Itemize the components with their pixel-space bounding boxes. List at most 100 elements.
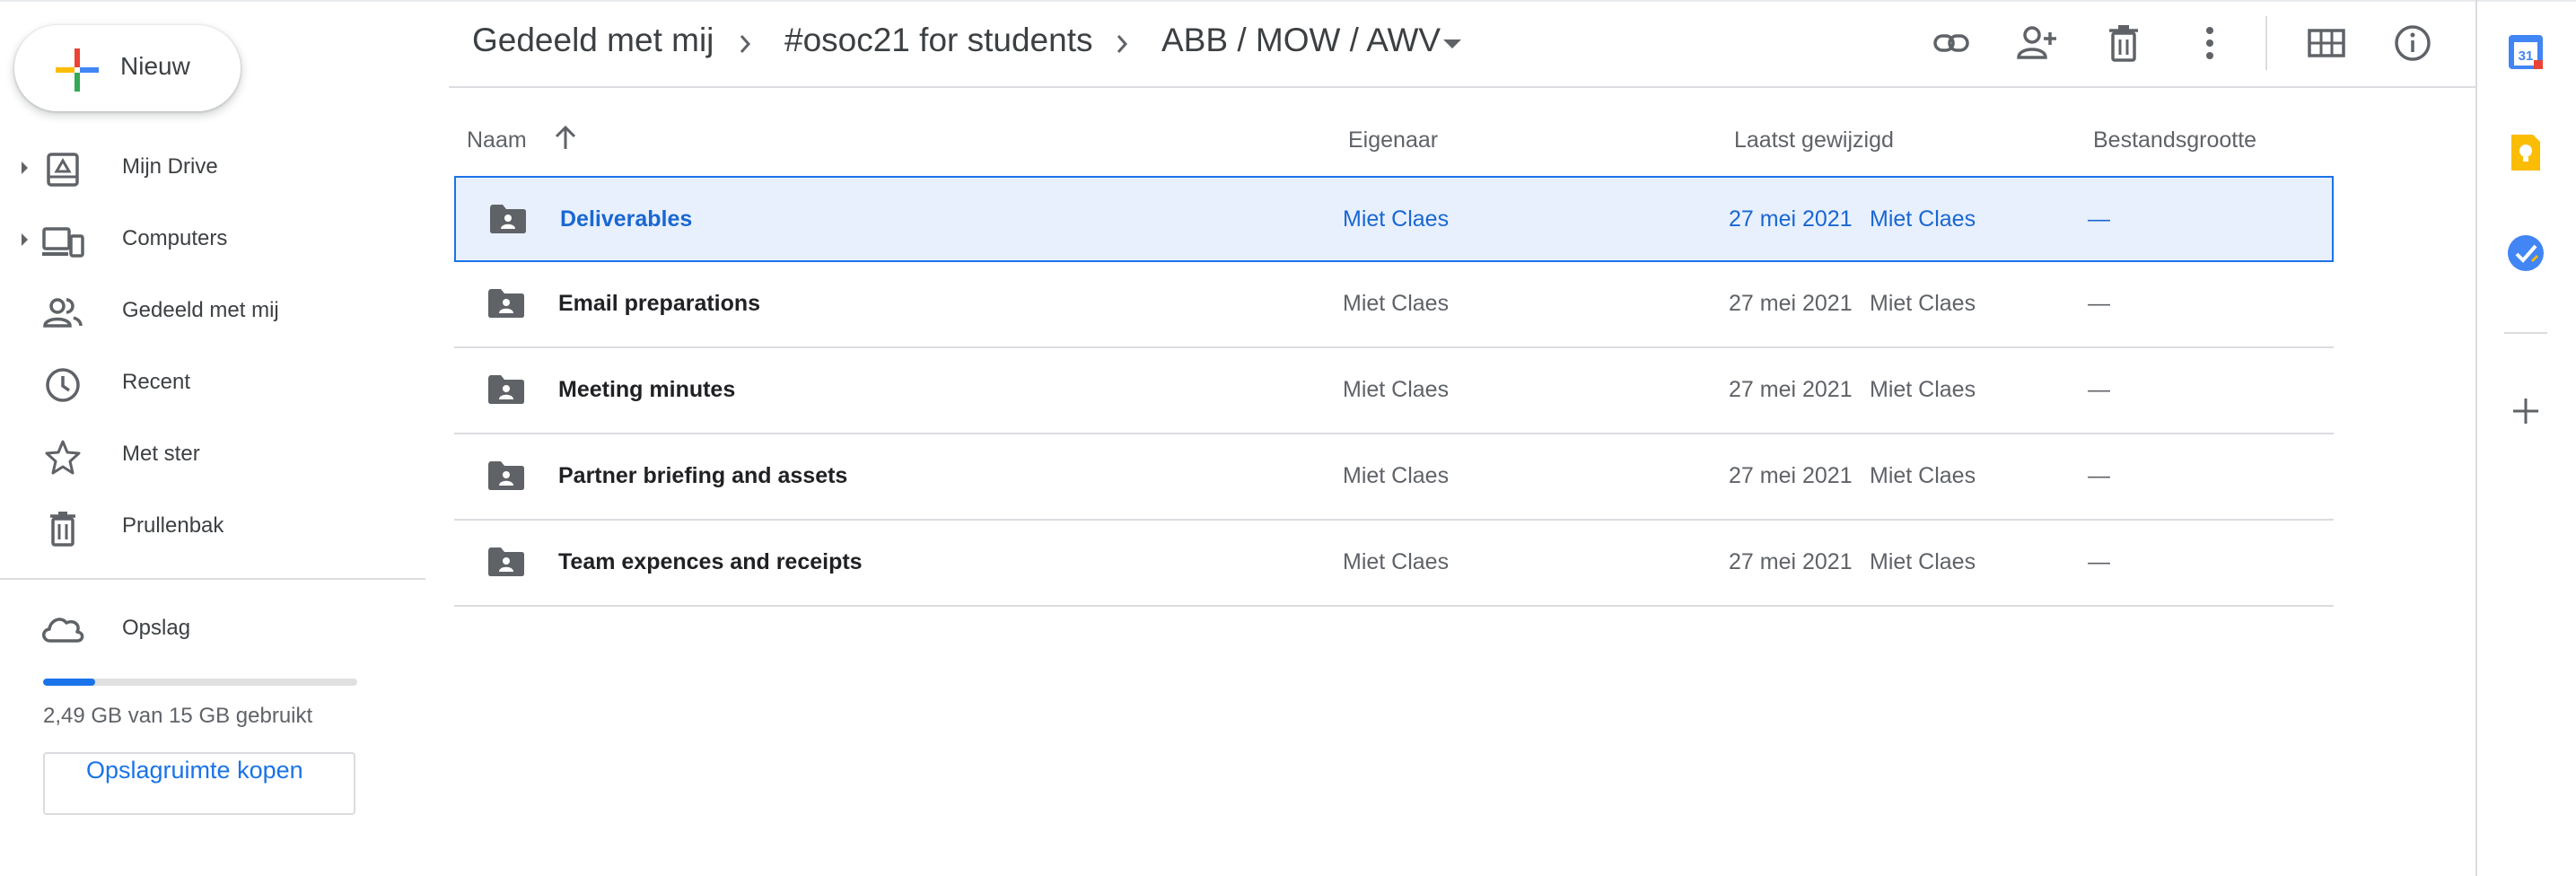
more-vert-icon [2206,27,2213,59]
side-panel-divider [2504,332,2547,334]
link-button[interactable] [1928,20,1975,66]
link-icon [1933,34,1969,52]
table-row[interactable]: Partner briefing and assets Miet Claes 2… [454,434,2334,521]
file-owner: Miet Claes [1343,549,1450,574]
chevron-right-icon [740,35,751,53]
plus-icon [56,48,99,92]
file-modified-date: 27 mei 2021 [1729,291,1853,316]
file-modified-by: Miet Claes [1870,377,1976,402]
side-panel: 31 [2475,0,2576,876]
breadcrumb-item-osoc21[interactable]: #osoc21 for students [784,22,1093,59]
table-row[interactable]: Team expences and receipts Miet Claes 27… [454,521,2334,607]
column-header-owner[interactable]: Eigenaar [1348,127,1438,153]
computers-icon [42,227,84,258]
sort-ascending-icon[interactable] [553,124,578,153]
file-name: Meeting minutes [558,377,736,402]
delete-button[interactable] [2100,20,2147,66]
file-modified-by: Miet Claes [1870,463,1976,488]
add-addon-icon[interactable] [2506,391,2545,431]
file-owner: Miet Claes [1343,206,1450,232]
breadcrumb-item-shared[interactable]: Gedeeld met mij [472,22,714,59]
details-button[interactable] [2389,20,2436,66]
file-name: Team expences and receipts [558,549,863,574]
sidebar-item-label: Recent [122,370,191,394]
file-size: — [2088,377,2110,402]
buy-storage-button[interactable]: Opslagruimte kopen [43,752,355,815]
toolbar-divider [2265,16,2267,70]
keep-icon[interactable] [2506,133,2545,172]
table-row[interactable]: Deliverables Miet Claes 27 mei 2021 Miet… [454,176,2334,262]
expand-caret-icon[interactable] [14,228,32,251]
storage-progress-bar [43,679,357,686]
file-size: — [2088,549,2110,574]
file-modified-date: 27 mei 2021 [1729,549,1853,574]
shared-folder-icon [488,289,524,318]
file-modified-date: 27 mei 2021 [1729,206,1853,232]
sidebar-item-label: Computers [122,226,228,250]
calendar-day-number: 31 [2519,48,2534,64]
file-modified-date: 27 mei 2021 [1729,463,1853,488]
my-drive-icon [47,153,79,187]
trash-icon [50,512,75,547]
sidebar-item-my-drive[interactable]: Mijn Drive [0,136,425,199]
file-modified-date: 27 mei 2021 [1729,377,1853,402]
share-button[interactable] [2014,20,2061,66]
more-actions-button[interactable] [2186,20,2233,66]
breadcrumb-current-folder[interactable]: ABB / MOW / AWV [1161,22,1441,59]
tasks-icon[interactable] [2506,233,2545,273]
sidebar-divider [0,578,425,580]
sidebar-item-label: Mijn Drive [122,154,218,179]
file-name: Email preparations [558,291,761,316]
add-person-icon [2017,26,2056,59]
storage-label[interactable]: Opslag [122,616,190,641]
column-header-name[interactable]: Naam [467,125,576,153]
column-header-name-label: Naam [467,127,527,153]
header: Gedeeld met mij #osoc21 for students ABB… [449,0,2475,86]
column-header-modified[interactable]: Laatst gewijzigd [1734,127,1894,153]
chevron-right-icon [1117,35,1128,53]
sidebar-item-trash[interactable]: Prullenbak [0,495,425,558]
table-row[interactable]: Email preparations Miet Claes 27 mei 202… [454,262,2334,348]
file-owner: Miet Claes [1343,377,1450,402]
file-name: Deliverables [560,206,693,232]
shared-people-icon [43,298,83,328]
shared-folder-icon [490,205,526,233]
new-button[interactable]: Nieuw [14,25,241,111]
column-header-size[interactable]: Bestandsgrootte [2093,127,2256,153]
grid-view-icon [2308,29,2345,57]
sidebar-item-label: Gedeeld met mij [122,298,279,322]
shared-folder-icon [488,375,524,404]
calendar-icon[interactable]: 31 [2506,32,2545,72]
grid-view-button[interactable] [2303,20,2350,66]
file-owner: Miet Claes [1343,291,1450,316]
star-icon [45,440,81,475]
sidebar-item-starred[interactable]: Met ster [0,424,425,486]
file-modified-by: Miet Claes [1870,291,1976,316]
sidebar-item-recent[interactable]: Recent [0,352,425,415]
file-owner: Miet Claes [1343,463,1450,488]
shared-folder-icon [488,548,524,576]
trash-icon [2109,25,2138,62]
drive-app: Nieuw Mijn Drive Computers Gedeeld met m… [0,0,2576,876]
storage-progress-fill [43,679,96,686]
shared-folder-icon [488,461,524,490]
sidebar: Nieuw Mijn Drive Computers Gedeeld met m… [0,0,425,876]
header-divider [449,86,2475,88]
sidebar-item-shared-with-me[interactable]: Gedeeld met mij [0,280,425,343]
sidebar-item-computers[interactable]: Computers [0,208,425,271]
info-icon [2395,25,2431,61]
new-button-label: Nieuw [120,52,190,80]
file-size: — [2088,291,2110,316]
file-modified-by: Miet Claes [1870,206,1976,232]
sidebar-item-label: Prullenbak [122,513,224,538]
caret-down-icon[interactable] [1441,38,1463,50]
file-size: — [2088,463,2110,488]
cloud-icon [42,618,84,643]
expand-caret-icon[interactable] [14,156,32,180]
sidebar-item-label: Met ster [122,442,200,466]
file-name: Partner briefing and assets [558,463,848,488]
file-size: — [2088,206,2110,232]
file-modified-by: Miet Claes [1870,549,1976,574]
storage-usage-text: 2,49 GB van 15 GB gebruikt [43,704,313,728]
table-row[interactable]: Meeting minutes Miet Claes 27 mei 2021 M… [454,348,2334,434]
